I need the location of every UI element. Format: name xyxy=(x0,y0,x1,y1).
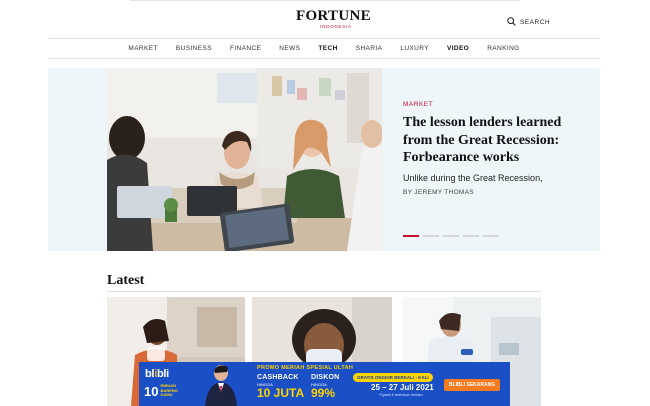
site-header: FORTUNE INDONESIA SEARCH xyxy=(0,0,650,38)
nav-item-sharia[interactable]: SHARIA xyxy=(347,45,392,52)
featured-story-category[interactable]: MARKET xyxy=(403,101,583,108)
ad-discount: DISKON HINGGA 99% xyxy=(311,374,339,400)
ad-brand-logo: blibli xyxy=(145,368,169,380)
latest-section-divider xyxy=(107,291,541,292)
carousel-indicator xyxy=(403,235,499,237)
ad-cashback: CASHBACK HINGGA 10 JUTA xyxy=(257,374,304,400)
carousel-dot[interactable] xyxy=(423,235,439,237)
ad-badge-line: KAMU xyxy=(160,392,173,398)
ad-badge-number: 10 xyxy=(144,383,159,399)
featured-story: MARKET The lesson lenders learned from t… xyxy=(48,68,600,251)
ad-anniversary-badge: 10 RIBUAN BARENG KAMU xyxy=(144,383,196,399)
ad-badge-text: RIBUAN BARENG KAMU xyxy=(160,384,177,398)
ad-cashback-label: CASHBACK xyxy=(257,374,299,381)
ad-date: 25 – 27 Juli 2021 xyxy=(371,383,434,392)
nav-item-ranking[interactable]: RANKING xyxy=(478,45,528,52)
search-label: SEARCH xyxy=(520,18,551,26)
nav-item-finance[interactable]: FINANCE xyxy=(221,45,270,52)
nav-item-video[interactable]: VIDEO xyxy=(438,45,478,52)
nav-item-news[interactable]: NEWS xyxy=(270,45,309,52)
featured-story-image[interactable] xyxy=(107,68,382,251)
nav-item-market[interactable]: MARKET xyxy=(119,45,167,52)
ad-discount-label: DISKON xyxy=(311,374,340,381)
featured-story-text: MARKET The lesson lenders learned from t… xyxy=(403,101,583,196)
featured-story-byline: BY JEREMY THOMAS xyxy=(403,189,583,196)
ad-cashback-value: 10 JUTA xyxy=(257,386,305,400)
ad-banner[interactable]: blibli 10 RIBUAN BARENG KAMU PROMO MERIA… xyxy=(139,362,510,406)
ad-brand-text: bl xyxy=(145,368,155,380)
search-button[interactable]: SEARCH xyxy=(507,13,550,31)
logo-subtitle: INDONESIA xyxy=(320,24,352,29)
byline-author[interactable]: JEREMY THOMAS xyxy=(414,189,474,196)
search-icon xyxy=(507,13,516,31)
latest-section-title: Latest xyxy=(107,273,145,288)
ad-brand-text: bli xyxy=(156,368,169,380)
byline-prefix: BY xyxy=(403,188,413,196)
ad-cta-button[interactable]: BLIBLI SEKARANG xyxy=(444,379,501,391)
ad-free-shipping: GRATIS ONGKIR BERKALI - KALI xyxy=(353,373,433,382)
ad-discount-value: 99% xyxy=(311,386,336,400)
carousel-dot[interactable] xyxy=(443,235,459,237)
main-nav: MARKET BUSINESS FINANCE NEWS TECH SHARIA… xyxy=(48,38,600,59)
ad-headline: PROMO MERIAH SPESIAL ULTAH xyxy=(257,365,354,371)
nav-item-tech[interactable]: TECH xyxy=(309,45,346,52)
featured-story-title[interactable]: The lesson lenders learned from the Grea… xyxy=(403,114,583,167)
nav-item-luxury[interactable]: LUXURY xyxy=(391,45,438,52)
site-logo[interactable]: FORTUNE INDONESIA xyxy=(296,8,371,30)
logo-wordmark: FORTUNE xyxy=(296,8,371,24)
featured-story-excerpt: Unlike during the Great Recession, xyxy=(403,172,543,183)
carousel-dot[interactable] xyxy=(483,235,499,237)
ad-terms: *Syarat & ketentuan berlaku xyxy=(379,393,423,397)
ad-spokesperson-image xyxy=(197,362,245,406)
nav-item-business[interactable]: BUSINESS xyxy=(167,45,221,52)
header-top-divider xyxy=(130,0,520,1)
carousel-dot[interactable] xyxy=(463,235,479,237)
carousel-dot[interactable] xyxy=(403,235,419,237)
